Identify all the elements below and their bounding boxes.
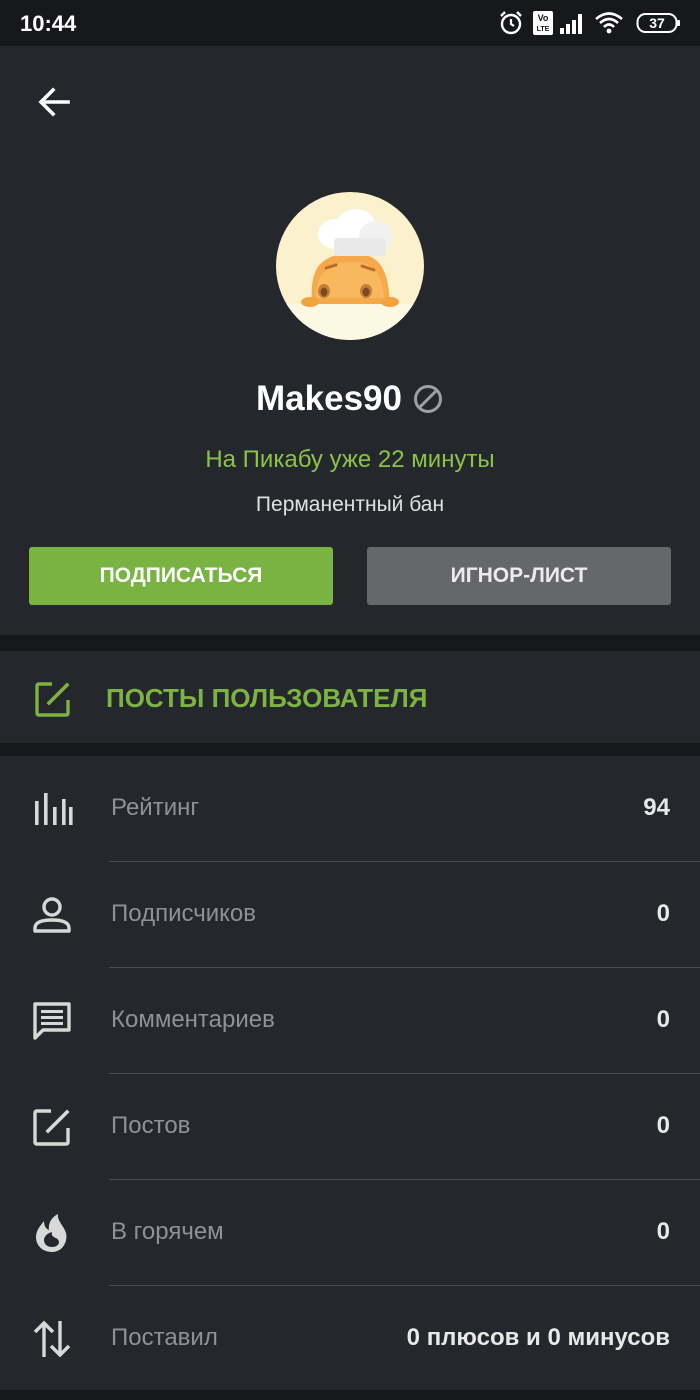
username-row: Makes90 [0, 374, 700, 424]
stat-value: 94 [643, 794, 670, 821]
stat-label: Подписчиков [111, 900, 256, 927]
user-posts-link[interactable]: ПОСТЫ ПОЛЬЗОВАТЕЛЯ [0, 651, 700, 743]
chef-avatar [276, 192, 424, 340]
stat-value: 0 [656, 1006, 670, 1033]
user-posts-label: ПОСТЫ ПОЛЬЗОВАТЕЛЯ [106, 683, 428, 713]
profile-header: Makes90 На Пикабу уже 22 минуты Перманен… [0, 46, 700, 635]
svg-text:LTE: LTE [537, 26, 550, 33]
time-on-site: На Пикабу уже 22 минуты [205, 446, 495, 473]
status-time: 10:44 [20, 11, 77, 36]
stat-value: 0 [656, 1112, 670, 1139]
stat-subscribers[interactable]: Подписчиков 0 [0, 862, 700, 968]
fire-icon [36, 1214, 67, 1252]
back-button[interactable] [30, 78, 78, 126]
stat-label: Поставил [111, 1324, 218, 1351]
stats-list: Рейтинг 94 Подписчиков 0 Комментариев 0 … [0, 756, 700, 1390]
battery-icon: 37 [636, 10, 682, 36]
alarm-icon [500, 11, 522, 35]
battery-level: 37 [649, 15, 665, 31]
stat-hot[interactable]: В горячем 0 [0, 1180, 700, 1286]
sort-arrows-icon [33, 1320, 71, 1358]
subscribe-button[interactable]: ПОДПИСАТЬСЯ [29, 547, 333, 605]
stat-label: Постов [111, 1112, 191, 1139]
stat-rating[interactable]: Рейтинг 94 [0, 756, 700, 862]
ignore-list-button[interactable]: ИГНОР-ЛИСТ [367, 547, 671, 605]
signal-icon [560, 14, 582, 34]
stat-posts[interactable]: Постов 0 [0, 1074, 700, 1180]
svg-text:Vo: Vo [538, 13, 549, 23]
stat-value: 0 [656, 900, 670, 927]
arrow-left-icon [38, 87, 70, 117]
stat-label: В горячем [111, 1218, 224, 1245]
stat-label: Комментариев [111, 1006, 275, 1033]
stat-value: 0 [656, 1218, 670, 1245]
ban-status: Перманентный бан [255, 493, 445, 516]
bar-chart-icon [35, 793, 73, 825]
ban-icon [413, 385, 442, 413]
volte-icon: Vo LTE [533, 11, 553, 35]
stat-label: Рейтинг [111, 794, 200, 821]
wifi-icon [595, 12, 623, 34]
person-icon [33, 897, 71, 933]
stat-votes-given[interactable]: Поставил 0 плюсов и 0 минусов [0, 1286, 700, 1392]
stat-value: 0 плюсов и 0 минусов [406, 1324, 670, 1351]
stat-comments[interactable]: Комментариев 0 [0, 968, 700, 1074]
username: Makes90 [256, 379, 402, 418]
edit-icon [33, 1109, 70, 1146]
avatar[interactable] [276, 192, 424, 340]
status-bar: 10:44 Vo LTE 37 [0, 0, 700, 46]
comment-icon [33, 1002, 71, 1040]
edit-icon [35, 682, 70, 717]
